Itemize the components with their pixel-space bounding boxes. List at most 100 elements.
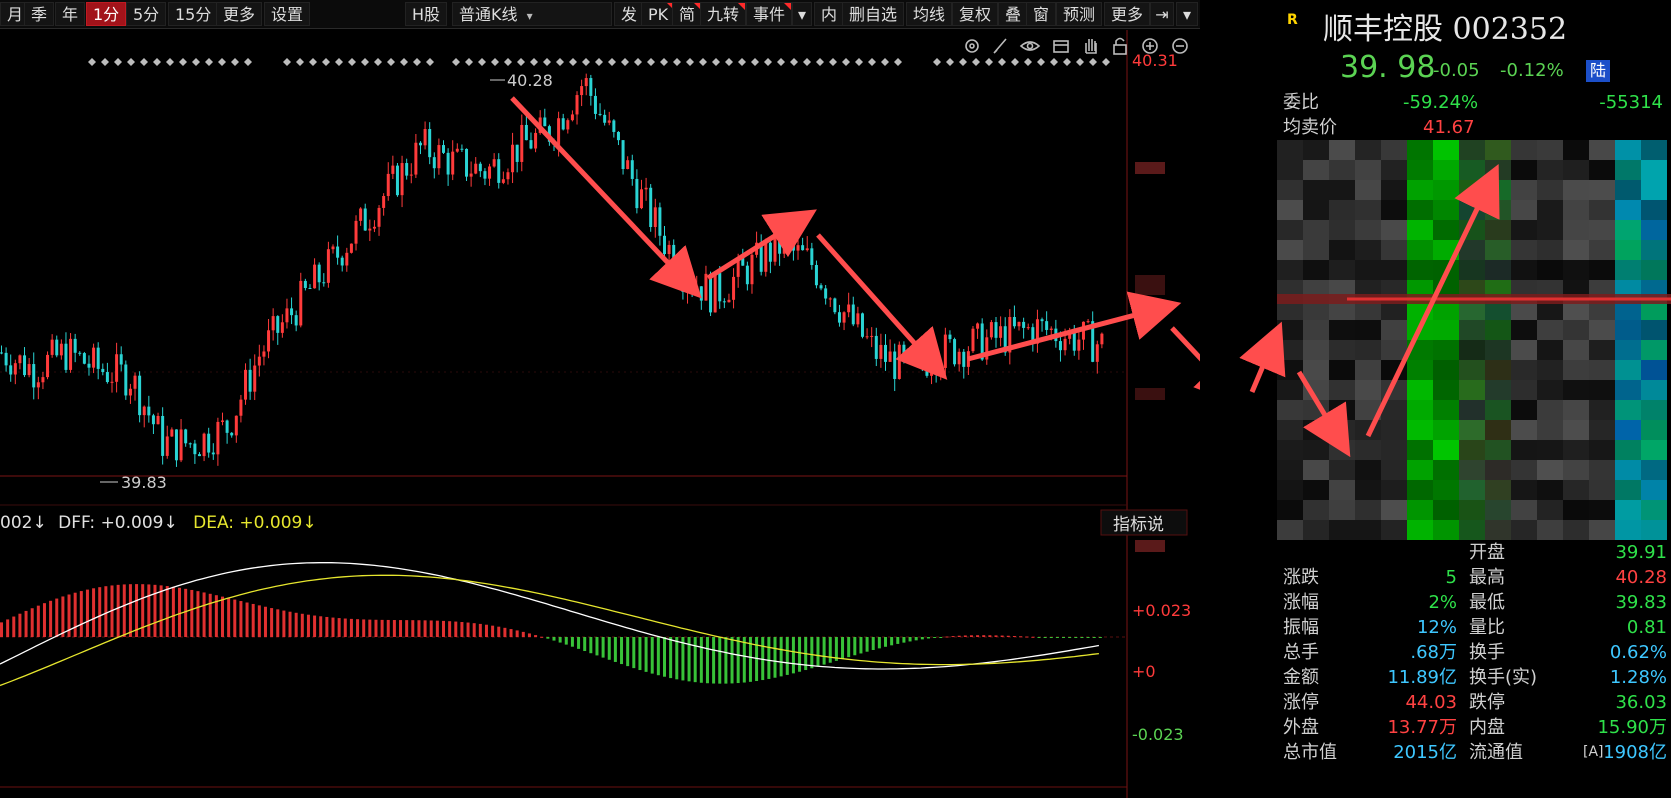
- forecast-button[interactable]: 预测: [1056, 2, 1103, 26]
- candle-body: [59, 343, 63, 356]
- macd-bar: [1019, 636, 1023, 638]
- candle-body: [681, 281, 685, 292]
- macd-bar: [12, 616, 16, 637]
- candle-body: [391, 165, 395, 174]
- macd-bar: [742, 637, 746, 683]
- kline-type-label: 普通K线: [459, 5, 518, 24]
- candle-body: [230, 432, 234, 436]
- macd-bar: [392, 620, 396, 637]
- h-share-button[interactable]: H股: [405, 2, 448, 26]
- simple-button[interactable]: 简: [672, 2, 703, 26]
- candle-body: [303, 280, 307, 288]
- candle-body: [515, 144, 519, 162]
- candle-body: [276, 316, 280, 333]
- nine-turn-button[interactable]: 九转: [700, 2, 747, 26]
- period-5min-button[interactable]: 5分: [126, 2, 167, 26]
- indicator-button[interactable]: 指标说: [1100, 509, 1188, 536]
- nei-button[interactable]: 内: [814, 2, 845, 26]
- candle-body: [110, 381, 114, 383]
- macd-bar: [675, 637, 679, 680]
- candle-body: [492, 159, 496, 167]
- macd-bar: [79, 591, 83, 637]
- candle-body: [948, 334, 952, 340]
- candle-body: [488, 166, 492, 179]
- candle-body: [455, 148, 459, 152]
- candle-body: [336, 246, 340, 258]
- candle-body: [478, 163, 482, 172]
- macd-bar: [865, 637, 869, 652]
- candle-body: [658, 207, 662, 236]
- candle-body: [55, 339, 59, 356]
- macd-bar: [730, 637, 734, 684]
- candle-body: [0, 352, 3, 354]
- arrow-right-icon: ⇥: [1155, 5, 1169, 24]
- macd-bar: [276, 609, 280, 637]
- candle-body: [690, 285, 694, 290]
- macd-bar: [521, 631, 525, 637]
- candle-body: [409, 174, 413, 176]
- candle-body: [340, 257, 344, 266]
- macd-bar: [1092, 637, 1096, 638]
- candle-body: [128, 388, 132, 396]
- macd-bar: [656, 637, 660, 676]
- macd-bar: [196, 591, 200, 637]
- candle-body: [865, 336, 869, 338]
- macd-bar: [890, 637, 894, 646]
- events-dropdown-button[interactable]: ▾: [792, 2, 812, 26]
- candle-body: [349, 243, 353, 253]
- macd-bar: [184, 588, 188, 637]
- candle-body: [1072, 330, 1076, 351]
- candle-body: [257, 356, 261, 366]
- candle-body: [593, 95, 597, 114]
- candle-body: [663, 235, 666, 255]
- window-button[interactable]: 窗: [1026, 2, 1057, 26]
- macd-bar: [0, 622, 3, 637]
- macd-bar: [116, 584, 120, 637]
- adjust-button[interactable]: 复权: [952, 2, 999, 26]
- more-button[interactable]: 更多: [1104, 2, 1151, 26]
- macd-bar: [963, 635, 967, 637]
- candle-body: [138, 375, 142, 416]
- candle-body: [686, 285, 690, 292]
- macd-bar: [951, 636, 955, 638]
- panel-arrows: [1239, 163, 1500, 458]
- candle-body: [814, 265, 818, 286]
- candle-body: [713, 273, 717, 313]
- kline-type-select[interactable]: 普通K线: [452, 2, 612, 26]
- pk-button[interactable]: PK: [641, 2, 676, 26]
- candle-body: [179, 429, 183, 461]
- candle-body: [842, 312, 846, 323]
- candle-body: [621, 140, 625, 169]
- candle-body: [847, 304, 851, 313]
- candle-body: [649, 187, 653, 228]
- macd-bar: [1025, 636, 1029, 638]
- moving-average-button[interactable]: 均线: [906, 2, 953, 26]
- macd-bar: [920, 637, 924, 640]
- remove-watchlist-button[interactable]: 删自选: [842, 2, 905, 26]
- settings-button[interactable]: 设置: [264, 2, 311, 26]
- period-quarter-button[interactable]: 季: [24, 2, 55, 26]
- macd-bar: [558, 637, 562, 643]
- macd-bar: [1031, 636, 1035, 638]
- candle-body: [930, 371, 934, 376]
- period-15min-button[interactable]: 15分: [168, 2, 219, 26]
- candle-body: [1058, 341, 1062, 351]
- macd-bar: [178, 587, 182, 637]
- candle-body: [718, 273, 722, 302]
- candle-body: [612, 120, 616, 132]
- candle-body: [326, 249, 330, 283]
- period-more-button[interactable]: 更多: [216, 2, 263, 26]
- macd-bar: [257, 605, 261, 637]
- candle-body: [437, 145, 441, 169]
- candle-body: [36, 382, 40, 388]
- period-1min-button[interactable]: 1分: [86, 2, 127, 26]
- expand-panel-button[interactable]: ⇥: [1150, 2, 1174, 26]
- events-button[interactable]: 事件: [746, 2, 793, 26]
- overlay-button[interactable]: 叠: [998, 2, 1029, 26]
- period-year-button[interactable]: 年: [55, 2, 86, 26]
- fa-button[interactable]: 发: [614, 2, 645, 26]
- kline-chart[interactable]: 40.28 39.83 40.31 002↓ DFF: +0.009↓ DEA:…: [0, 0, 1200, 798]
- toolbar-dropdown-button[interactable]: ▾: [1176, 2, 1198, 26]
- candle-body: [699, 286, 703, 301]
- macd-bar: [884, 637, 887, 647]
